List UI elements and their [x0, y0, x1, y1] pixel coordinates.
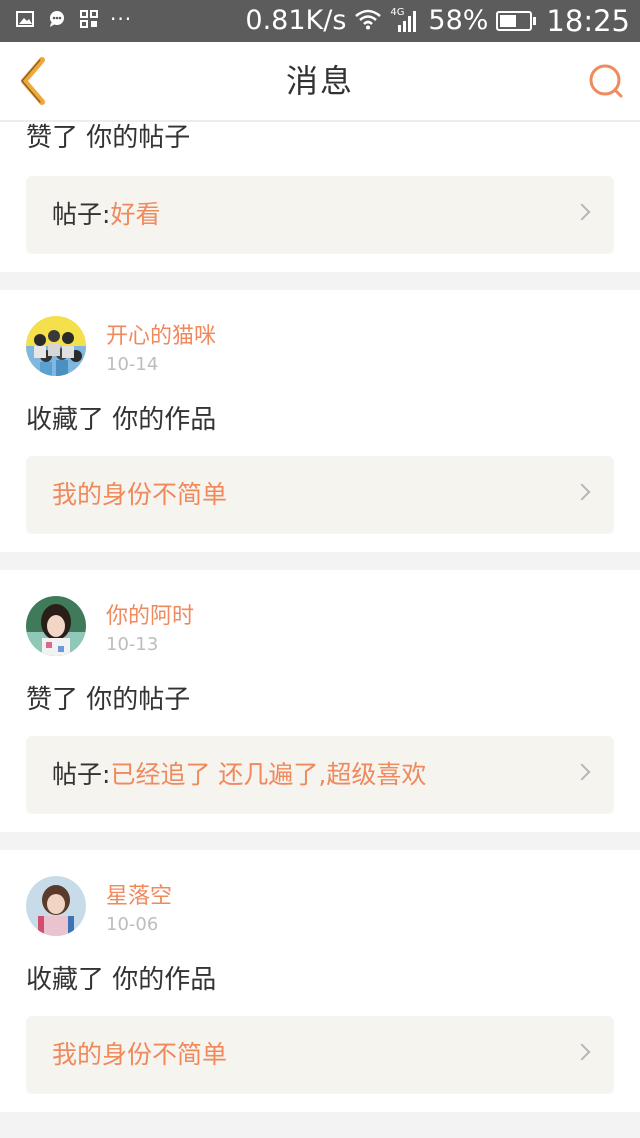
message-action: 赞了 你的帖子	[26, 123, 191, 153]
search-button[interactable]	[586, 62, 626, 102]
message-date: 10-06	[106, 914, 159, 935]
preview-text: 帖子:好看	[52, 176, 160, 254]
avatar[interactable]	[26, 316, 86, 376]
battery-percent: 58%	[428, 5, 489, 36]
preview-text: 我的身份不简单	[52, 1016, 227, 1094]
wifi-icon	[354, 8, 382, 34]
battery-nub	[533, 17, 537, 25]
message-action: 收藏了 你的作品	[26, 405, 217, 435]
message-date: 10-14	[106, 354, 159, 375]
battery-icon	[496, 11, 537, 31]
divider	[0, 552, 640, 570]
avatar[interactable]	[26, 876, 86, 936]
chat-notification-icon	[46, 8, 68, 30]
chevron-right-icon	[573, 483, 591, 501]
preview-content: 我的身份不简单	[52, 480, 228, 509]
preview-prefix: 帖子:	[52, 760, 111, 789]
apps-notification-icon	[78, 8, 100, 30]
message-preview[interactable]: 帖子:已经追了 还几遍了,超级喜欢	[26, 736, 614, 814]
message-action: 赞了 你的帖子	[26, 685, 191, 715]
message-list: 赞了 你的帖子 帖子:好看 开心的猫咪 10-14 收藏了 你的作品 我的身份不…	[0, 122, 640, 1112]
cellular-signal-icon: 4G	[390, 8, 420, 34]
message-action: 收藏了 你的作品	[26, 965, 217, 995]
chevron-right-icon	[573, 1043, 591, 1061]
message-card: 开心的猫咪 10-14 收藏了 你的作品 我的身份不简单	[0, 290, 640, 552]
message-preview[interactable]: 帖子:好看	[26, 176, 614, 254]
username[interactable]: 你的阿时	[106, 598, 194, 630]
avatar[interactable]	[26, 596, 86, 656]
status-bar-left: ···	[14, 8, 132, 30]
battery-fill	[500, 15, 517, 27]
chevron-right-icon	[573, 763, 591, 781]
user-row: 星落空 10-06	[0, 850, 640, 946]
user-row: 开心的猫咪 10-14	[0, 290, 640, 386]
gallery-notification-icon	[14, 8, 36, 30]
more-notifications-icon: ···	[110, 7, 133, 31]
username[interactable]: 开心的猫咪	[106, 318, 216, 350]
message-card: 赞了 你的帖子 帖子:好看	[0, 122, 640, 272]
message-preview[interactable]: 我的身份不简单	[26, 456, 614, 534]
network-speed: 0.81K/s	[245, 5, 347, 36]
app-header: 消息	[0, 42, 640, 122]
status-bar-right: 0.81K/s 4G 58% 18:25	[245, 4, 630, 38]
preview-content: 我的身份不简单	[52, 1040, 228, 1069]
status-bar: ··· 0.81K/s 4G 58% 18:25	[0, 0, 640, 42]
page-title: 消息	[285, 62, 354, 100]
chevron-right-icon	[573, 203, 591, 221]
preview-text: 帖子:已经追了 还几遍了,超级喜欢	[52, 736, 426, 814]
divider	[0, 272, 640, 290]
clock: 18:25	[546, 4, 630, 38]
user-row: 你的阿时 10-13	[0, 570, 640, 666]
message-card: 星落空 10-06 收藏了 你的作品 我的身份不简单	[0, 850, 640, 1112]
preview-content: 好看	[110, 200, 161, 229]
preview-text: 我的身份不简单	[52, 456, 227, 534]
divider	[0, 832, 640, 850]
username[interactable]: 星落空	[106, 878, 172, 910]
message-date: 10-13	[106, 634, 159, 655]
message-preview[interactable]: 我的身份不简单	[26, 1016, 614, 1094]
preview-content: 已经追了 还几遍了,超级喜欢	[110, 760, 427, 789]
search-icon	[589, 64, 623, 98]
preview-prefix: 帖子:	[52, 200, 111, 229]
message-card: 你的阿时 10-13 赞了 你的帖子 帖子:已经追了 还几遍了,超级喜欢	[0, 570, 640, 832]
